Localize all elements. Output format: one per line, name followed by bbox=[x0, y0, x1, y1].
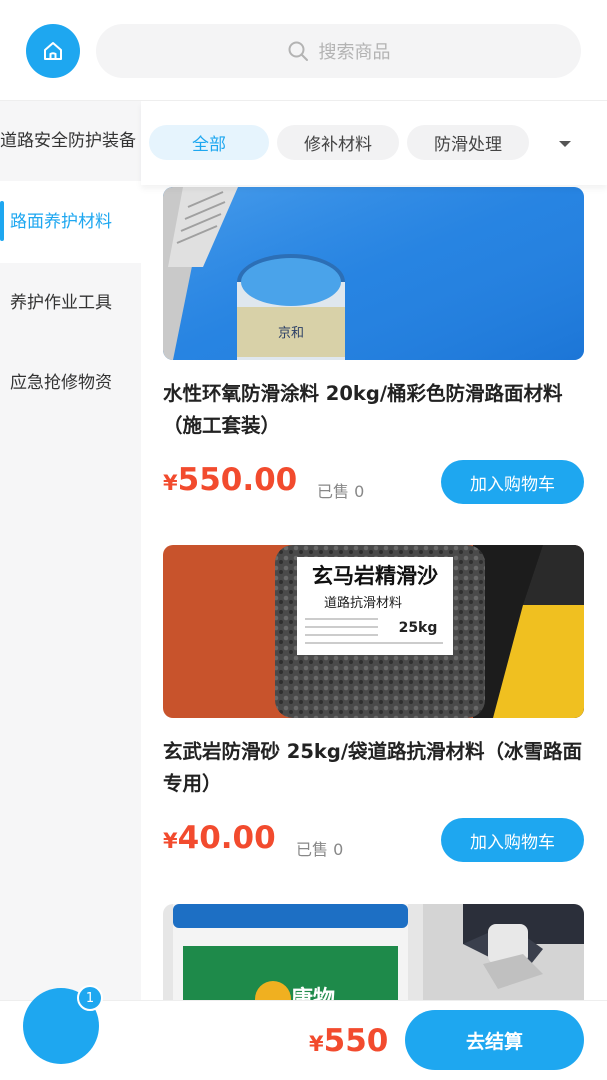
product-image-label: 25kg bbox=[399, 620, 438, 636]
subcategory-tabs: 全部 修补材料 防滑处理 bbox=[141, 101, 607, 185]
product-image-label: 京和 bbox=[278, 325, 304, 340]
sidebar-item-label: 道路安全防护装备 bbox=[0, 131, 136, 151]
search-icon bbox=[288, 41, 308, 61]
product-card[interactable]: 玄马岩精滑沙 道路抗滑材料 25kg 玄武岩防滑砂 25kg/袋道路抗滑材料（冰… bbox=[163, 545, 584, 864]
product-image-label: 康物 bbox=[291, 986, 335, 1000]
tab-label: 防滑处理 bbox=[434, 135, 502, 155]
product-image[interactable]: 康物 bbox=[163, 904, 584, 1000]
product-price: ¥550.00 bbox=[163, 462, 297, 498]
product-image-label: 玄马岩精滑沙 bbox=[312, 564, 438, 588]
price-value: 550.00 bbox=[177, 462, 298, 498]
product-title[interactable]: 水性环氧防滑涂料 20kg/桶彩色防滑路面材料（施工套装） bbox=[163, 378, 584, 442]
price-row: ¥550.00 已售 0 加入购物车 bbox=[163, 460, 584, 506]
bottom-bar: 1 ¥550 去结算 bbox=[0, 985, 607, 1080]
sidebar-item-emergency-supplies[interactable]: 应急抢修物资 bbox=[0, 343, 141, 423]
add-to-cart-button[interactable]: 加入购物车 bbox=[441, 460, 584, 504]
sidebar-item-pavement-materials[interactable]: 路面养护材料 bbox=[0, 181, 141, 263]
product-title[interactable]: 玄武岩防滑砂 25kg/袋道路抗滑材料（冰雪路面专用） bbox=[163, 736, 584, 800]
tab-label: 修补材料 bbox=[304, 135, 372, 155]
sidebar-item-label: 应急抢修物资 bbox=[10, 373, 112, 393]
page: 搜索商品 道路安全防护装备 路面养护材料 养护作业工具 应急抢修物资 全部 修补… bbox=[0, 0, 607, 1080]
sidebar-item-label: 养护作业工具 bbox=[10, 293, 112, 313]
tabs-dropdown-button[interactable] bbox=[552, 134, 578, 154]
product-image-label: 道路抗滑材料 bbox=[324, 595, 402, 611]
sold-count: 已售 0 bbox=[317, 482, 365, 501]
sidebar-item-safety-equipment[interactable]: 道路安全防护装备 bbox=[0, 101, 141, 181]
product-price: ¥40.00 bbox=[163, 820, 276, 856]
caret-down-icon bbox=[559, 141, 571, 147]
sidebar-item-maintenance-tools[interactable]: 养护作业工具 bbox=[0, 263, 141, 343]
tab-label: 全部 bbox=[192, 135, 226, 155]
product-image[interactable]: 京和 bbox=[163, 187, 584, 360]
product-card[interactable]: 康物 bbox=[163, 904, 584, 1000]
product-card[interactable]: 京和 水性环氧防滑涂料 20kg/桶彩色防滑路面材料（施工套装） ¥550.00… bbox=[163, 187, 584, 506]
search-bar[interactable]: 搜索商品 bbox=[96, 24, 581, 78]
price-value: 40.00 bbox=[177, 820, 276, 856]
search-placeholder: 搜索商品 bbox=[318, 42, 391, 63]
category-sidebar: 道路安全防护装备 路面养护材料 养护作业工具 应急抢修物资 bbox=[0, 101, 141, 1001]
sidebar-item-label: 路面养护材料 bbox=[10, 212, 112, 232]
tab-repair-materials[interactable]: 修补材料 bbox=[277, 125, 399, 160]
currency-symbol: ¥ bbox=[163, 829, 178, 853]
product-image[interactable]: 玄马岩精滑沙 道路抗滑材料 25kg bbox=[163, 545, 584, 718]
home-button[interactable] bbox=[26, 24, 80, 78]
currency-symbol: ¥ bbox=[163, 471, 178, 495]
checkout-button[interactable]: 去结算 bbox=[405, 1010, 584, 1070]
product-list: 京和 水性环氧防滑涂料 20kg/桶彩色防滑路面材料（施工套装） ¥550.00… bbox=[141, 185, 607, 1000]
sold-count: 已售 0 bbox=[296, 840, 344, 859]
add-to-cart-button[interactable]: 加入购物车 bbox=[441, 818, 584, 862]
header: 搜索商品 bbox=[0, 0, 607, 101]
tab-all[interactable]: 全部 bbox=[149, 125, 269, 160]
home-icon bbox=[44, 42, 62, 60]
price-row: ¥40.00 已售 0 加入购物车 bbox=[163, 818, 584, 864]
cart-count-badge: 1 bbox=[77, 985, 103, 1011]
total-value: 550 bbox=[323, 1023, 389, 1059]
tab-anti-slip[interactable]: 防滑处理 bbox=[407, 125, 529, 160]
cart-total: ¥550 bbox=[309, 1023, 388, 1059]
currency-symbol: ¥ bbox=[309, 1032, 324, 1056]
